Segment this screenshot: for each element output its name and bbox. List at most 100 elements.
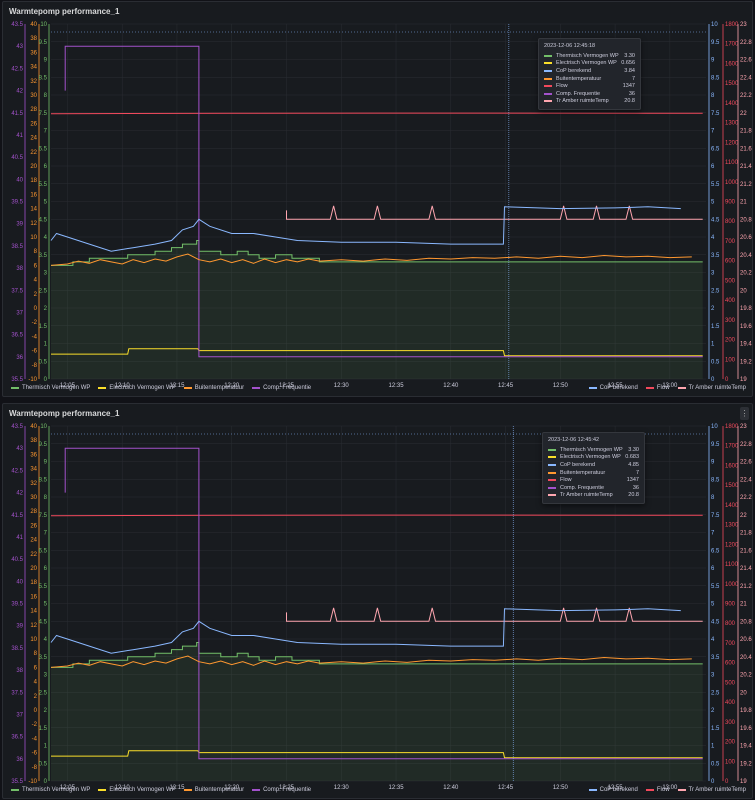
orange-axis-tick-label: -4: [32, 736, 38, 742]
legend-right: CoP berekend Flow Tr Amber ruimteTemp: [588, 385, 746, 391]
x-tick-label: 12:45: [498, 383, 514, 389]
series-value: 1347: [626, 477, 639, 484]
green-axis-tick-label: 5.5: [39, 584, 48, 590]
orange-axis-tick-label: 40: [30, 424, 37, 430]
blue-axis-tick-label: 2: [711, 708, 715, 714]
blue-axis-tick-label: 2.5: [711, 288, 720, 294]
orange-axis-tick-label: 4: [34, 278, 38, 284]
purple-axis-tick-label: 36: [16, 757, 23, 763]
pink-axis-tick-label: 22.8: [740, 40, 752, 46]
orange-axis-tick-label: -6: [32, 751, 38, 757]
red-axis-tick-label: 1200: [725, 542, 739, 548]
orange-axis-tick-label: 16: [30, 192, 37, 198]
x-tick-label: 12:30: [334, 383, 350, 389]
purple-axis-tick-label: 37: [16, 712, 23, 718]
pink-axis-tick-label: 20: [740, 690, 747, 696]
orange-axis-tick-label: 34: [30, 65, 37, 71]
blue-axis-tick-label: 0.5: [711, 761, 720, 767]
legend-item[interactable]: Tr Amber ruimteTemp: [677, 385, 746, 391]
time-series-chart[interactable]: 12:05 12:10 12:15 12:20 12:25 12:30 12:35 12:40…: [3, 2, 754, 398]
tooltip-row: Comp. Frequentie 36: [544, 90, 635, 98]
green-axis-tick-label: 5.5: [39, 182, 48, 188]
green-axis-tick-label: 7: [44, 531, 48, 537]
series-color-swatch: [544, 92, 552, 95]
red-axis-tick-label: 0: [725, 779, 729, 785]
x-tick-label: 12:50: [553, 383, 569, 389]
series-color-swatch: [11, 789, 19, 791]
pink-axis-tick-label: 21: [740, 602, 747, 608]
legend-item[interactable]: Electrisch Vermogen WP: [98, 787, 176, 793]
green-axis-tick-label: 1: [44, 342, 48, 348]
purple-axis-tick-label: 42: [16, 89, 23, 95]
pink-axis-tick-label: 19.2: [740, 359, 752, 365]
red-axis-tick-label: 1700: [725, 42, 739, 48]
pink-axis-tick-label: 20: [740, 288, 747, 294]
series-value: 20.8: [624, 98, 635, 105]
orange-axis-tick-label: 28: [30, 107, 37, 113]
legend-item[interactable]: Buitentemperatuur: [183, 385, 244, 391]
pink-axis-tick-label: 20.8: [740, 217, 752, 223]
red-axis-tick-label: 0: [725, 377, 729, 383]
series-color-swatch: [98, 387, 107, 389]
pink-axis-tick-label: 20.6: [740, 637, 752, 643]
legend-item[interactable]: Thermisch Vermogen WP: [11, 787, 90, 793]
legend-item[interactable]: Tr Amber ruimteTemp: [677, 787, 746, 793]
pink-axis-tick-label: 22.2: [740, 495, 752, 501]
pink-axis-tick-label: 22.2: [740, 93, 752, 99]
legend-item[interactable]: Flow: [645, 787, 670, 793]
green-axis-tick-label: 5: [44, 602, 48, 608]
red-axis-tick-label: 800: [725, 219, 736, 225]
legend-item[interactable]: CoP berekend: [588, 787, 638, 793]
green-axis-tick-label: 0.5: [39, 761, 48, 767]
tooltip-row: Flow 1347: [548, 476, 639, 484]
green-axis-tick-label: 4.5: [39, 619, 48, 625]
red-axis-tick-label: 1100: [725, 562, 739, 568]
blue-axis-tick-label: 3: [711, 271, 715, 277]
blue-axis-tick-label: 8.5: [711, 75, 720, 81]
legend-item[interactable]: Comp. Frequentie: [252, 787, 311, 793]
orange-axis-tick-label: 34: [30, 467, 37, 473]
legend-item[interactable]: Electrisch Vermogen WP: [98, 385, 176, 391]
purple-axis-tick-label: 39: [16, 222, 23, 228]
orange-axis-tick-label: -2: [32, 320, 38, 326]
series-value: 3.30: [628, 446, 639, 453]
red-axis-tick-label: 1400: [725, 503, 739, 509]
legend-item[interactable]: CoP berekend: [588, 385, 638, 391]
series-color-swatch: [544, 69, 552, 72]
blue-axis-tick-label: 4: [711, 637, 715, 643]
series-name: Buitentemperatuur: [560, 469, 606, 476]
legend-item[interactable]: Flow: [645, 385, 670, 391]
orange-axis-tick-label: 6: [34, 263, 38, 269]
green-axis-tick-label: 0: [44, 779, 48, 785]
green-axis-tick-label: 1: [44, 744, 48, 750]
pink-axis-tick-label: 21.8: [740, 531, 752, 537]
legend-item[interactable]: Comp. Frequentie: [252, 385, 311, 391]
orange-axis-tick-label: -8: [32, 363, 38, 369]
legend-label: Tr Amber ruimteTemp: [688, 787, 746, 793]
red-axis-tick-label: 1000: [725, 582, 739, 588]
pink-axis-tick-label: 20.4: [740, 655, 752, 661]
red-axis-tick-label: 200: [725, 740, 736, 746]
legend-item[interactable]: Thermisch Vermogen WP: [11, 385, 90, 391]
red-axis-tick-label: 100: [725, 357, 736, 363]
orange-axis-tick-label: 38: [30, 36, 37, 42]
series-value: 3.30: [624, 52, 635, 59]
orange-axis-tick-label: 2: [34, 694, 38, 700]
pink-axis-tick-label: 20.6: [740, 235, 752, 241]
legend-item[interactable]: Buitentemperatuur: [183, 787, 244, 793]
purple-axis-tick-label: 43.5: [11, 424, 23, 430]
tooltip-row: Flow 1347: [544, 82, 635, 90]
series-value: 36: [632, 484, 639, 491]
orange-axis-tick-label: 24: [30, 136, 37, 142]
orange-axis-tick-label: 2: [34, 292, 38, 298]
series-color-swatch: [548, 479, 556, 482]
purple-axis-tick-label: 39.5: [11, 200, 23, 206]
blue-axis-tick-label: 4.5: [711, 619, 720, 625]
red-axis-tick-label: 1800: [725, 22, 739, 28]
blue-axis-tick-label: 5.5: [711, 182, 720, 188]
blue-axis-tick-label: 5: [711, 602, 715, 608]
green-axis-tick-label: 8: [44, 93, 48, 99]
tooltip-row: Electrisch Vermogen WP 0.683: [548, 454, 639, 462]
blue-axis-tick-label: 6: [711, 566, 715, 572]
blue-axis-tick-label: 1: [711, 342, 715, 348]
